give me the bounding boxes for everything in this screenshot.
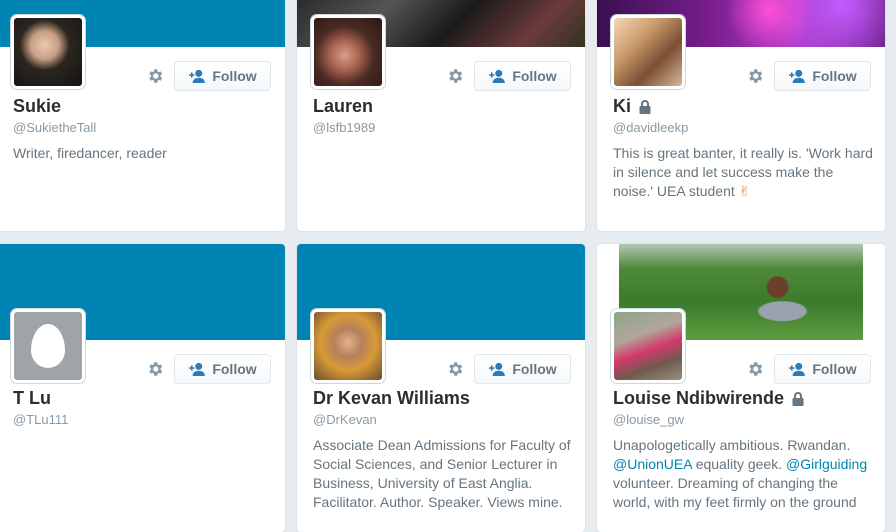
follow-button-label: Follow [812,361,857,377]
user-card-drkevan[interactable]: Follow Dr Kevan Williams @DrKevan Associ… [296,243,586,532]
user-handle[interactable]: @davidleekp [613,120,688,135]
avatar[interactable] [311,309,385,383]
mention-link-unionuea[interactable]: @UnionUEA [613,456,692,472]
victory-hand-emoji: ✌ [738,183,751,199]
gear-icon[interactable] [746,360,764,378]
user-name[interactable]: Lauren [313,96,373,117]
follow-button-label: Follow [212,68,257,84]
user-bio: Associate Dean Admissions for Faculty of… [313,437,571,510]
follow-person-plus-icon [189,362,206,376]
follow-button[interactable]: Follow [774,354,871,384]
user-bio-text: volunteer. Dreaming of changing the worl… [613,475,857,510]
user-name[interactable]: Dr Kevan Williams [313,388,470,409]
user-name-text: Sukie [13,96,62,116]
user-bio: This is great banter, it really is. 'Wor… [613,144,875,201]
follow-button-label: Follow [512,361,557,377]
follow-button[interactable]: Follow [474,61,571,91]
user-name-text: Ki [613,96,631,116]
user-bio: Unapologetically ambitious. Rwandan. @Un… [613,436,879,512]
gear-icon[interactable] [446,67,464,85]
user-name-text: Lauren [313,96,374,116]
avatar[interactable] [611,15,685,89]
user-name[interactable]: Ki [613,96,651,117]
mention-link-girlguiding[interactable]: @Girlguiding [786,456,867,472]
user-bio: Writer, firedancer, reader [13,145,167,161]
user-handle[interactable]: @SukietheTall [13,120,96,135]
user-name-text: T Lu [13,388,51,408]
gear-icon[interactable] [146,360,164,378]
gear-icon[interactable] [746,67,764,85]
lock-icon [792,391,804,406]
user-name-text: Louise Ndibwirende [613,388,785,408]
egg-icon [31,324,65,368]
user-name[interactable]: Louise Ndibwirende [613,388,804,409]
user-card-lauren[interactable]: Follow Lauren @lsfb1989 [296,0,586,232]
avatar[interactable] [611,309,685,383]
follow-person-plus-icon [789,69,806,83]
follow-button[interactable]: Follow [174,61,271,91]
follow-button[interactable]: Follow [174,354,271,384]
user-handle[interactable]: @TLu111 [13,412,68,427]
follow-person-plus-icon [189,69,206,83]
follow-person-plus-icon [489,362,506,376]
user-bio-text: equality geek. [691,456,786,472]
follow-person-plus-icon [789,362,806,376]
lock-icon [639,99,651,114]
user-handle[interactable]: @louise_gw [613,412,684,427]
avatar[interactable] [11,15,85,89]
follow-person-plus-icon [489,69,506,83]
gear-icon[interactable] [446,360,464,378]
follow-button-label: Follow [812,68,857,84]
follow-button[interactable]: Follow [774,61,871,91]
user-card-louise[interactable]: Follow Louise Ndibwirende @louise_gw Una… [596,243,886,532]
default-egg-avatar[interactable] [11,309,85,383]
user-name[interactable]: Sukie [13,96,61,117]
user-handle[interactable]: @lsfb1989 [313,120,375,135]
user-card-ki[interactable]: Follow Ki @davidleekp This is great bant… [596,0,886,232]
follow-button-label: Follow [212,361,257,377]
follow-button[interactable]: Follow [474,354,571,384]
user-name[interactable]: T Lu [13,388,51,409]
user-handle[interactable]: @DrKevan [313,412,377,427]
user-card-tlu[interactable]: Follow T Lu @TLu111 [0,243,286,532]
user-card-sukie[interactable]: Follow Sukie @SukietheTall Writer, fired… [0,0,286,232]
user-name-text: Dr Kevan Williams [313,388,470,408]
follow-button-label: Follow [512,68,557,84]
gear-icon[interactable] [146,67,164,85]
avatar[interactable] [311,15,385,89]
user-bio-text: Unapologetically ambitious. Rwandan. [613,437,851,453]
